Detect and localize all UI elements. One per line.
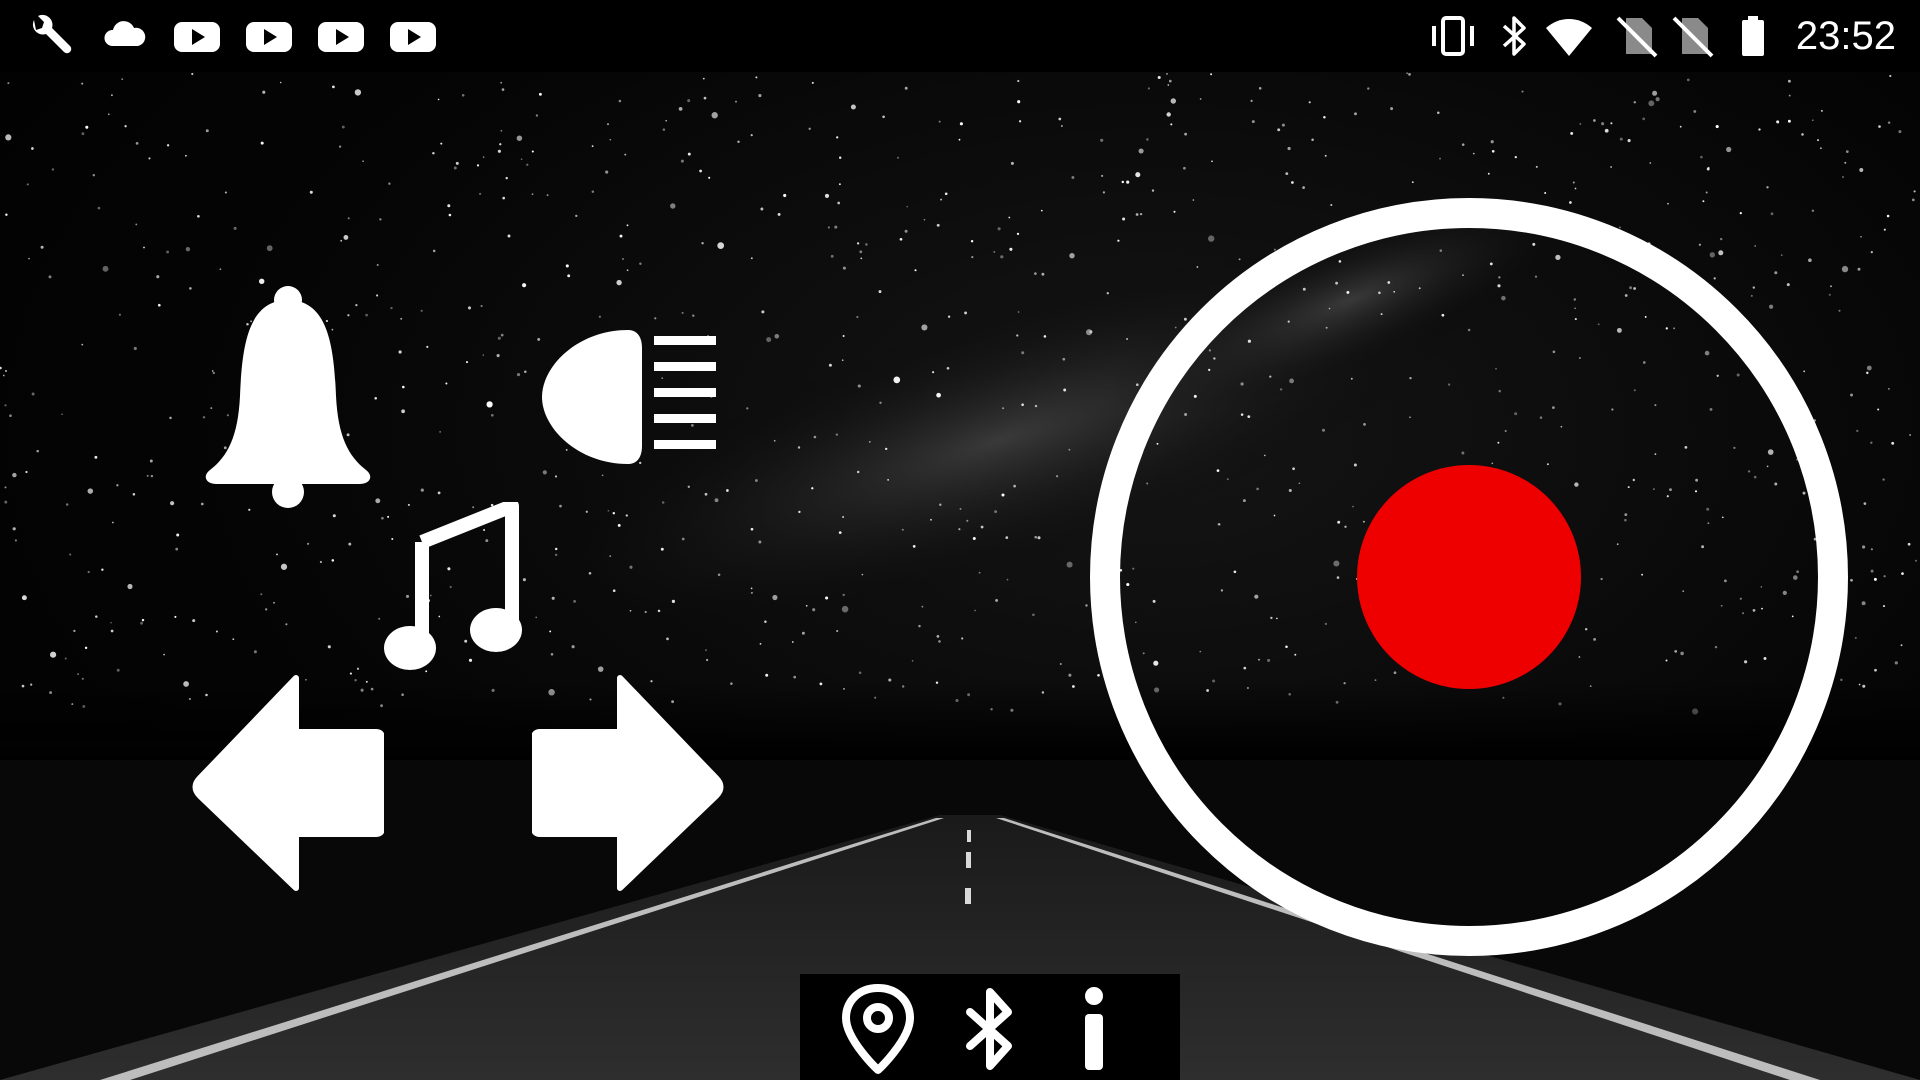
battery-icon xyxy=(1742,16,1764,56)
location-pin-icon[interactable] xyxy=(838,984,918,1074)
high-beam-icon[interactable] xyxy=(538,326,718,468)
bluetooth-icon[interactable] xyxy=(950,984,1030,1074)
status-time: 23:52 xyxy=(1795,14,1896,58)
cloud-icon xyxy=(104,21,146,46)
bell-icon[interactable] xyxy=(200,286,376,508)
youtube-icon xyxy=(318,22,364,52)
wifi-icon xyxy=(1546,19,1592,56)
youtube-icon xyxy=(390,22,436,52)
info-icon[interactable] xyxy=(1054,984,1134,1074)
music-note-icon[interactable] xyxy=(384,502,524,672)
youtube-icon xyxy=(174,22,220,52)
wrench-icon xyxy=(32,14,72,54)
right-arrow-icon[interactable] xyxy=(532,674,724,892)
vibrate-icon xyxy=(1432,16,1474,56)
app-screen: 23:52 xyxy=(0,0,1920,1080)
record-dot xyxy=(1357,465,1581,689)
bottom-toolbar xyxy=(800,974,1180,1080)
status-bar: 23:52 xyxy=(0,0,1920,72)
left-arrow-icon[interactable] xyxy=(192,674,384,892)
no-sim-icon xyxy=(1672,16,1714,58)
no-sim-icon xyxy=(1616,16,1658,58)
bluetooth-icon xyxy=(1502,16,1526,56)
youtube-icon xyxy=(246,22,292,52)
record-button[interactable] xyxy=(1088,196,1850,958)
